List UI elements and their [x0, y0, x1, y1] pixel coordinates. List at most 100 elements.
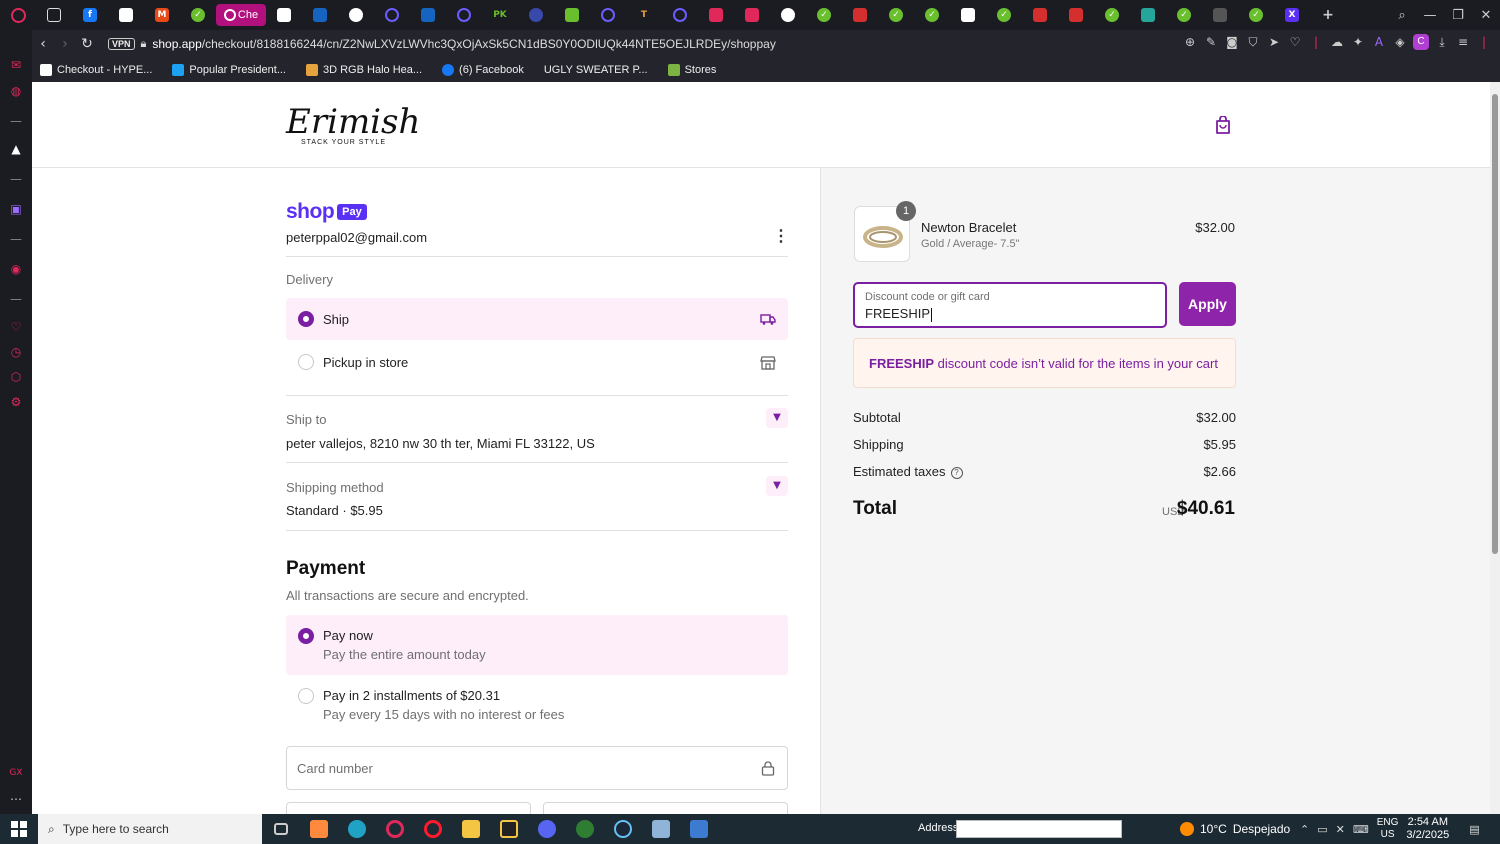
whatsapp-icon[interactable]: ◍	[8, 84, 24, 100]
tab-pk[interactable]: PK	[482, 4, 518, 26]
radio-selected[interactable]	[298, 311, 314, 327]
clock[interactable]: 2:54 AM 3/2/2025	[1406, 816, 1449, 842]
tab-t[interactable]: T	[626, 4, 662, 26]
tab-mail[interactable]	[36, 4, 72, 26]
bookmark-item[interactable]: Stores	[667, 64, 716, 76]
cloud-icon[interactable]: ☁	[1329, 34, 1345, 50]
url-field[interactable]: shop.app/checkout/8188166244/cn/Z2NwLXVz…	[152, 37, 775, 51]
volume-mute-icon[interactable]: ✕	[1336, 823, 1345, 836]
tab-green-1[interactable]: ✓	[180, 4, 216, 26]
new-tab-button[interactable]: +	[1310, 4, 1346, 26]
delivery-option-pickup[interactable]: Pickup in store	[286, 341, 788, 383]
payment-option-pay-now[interactable]: Pay now Pay the entire amount today	[286, 615, 788, 675]
taskbar-app-security[interactable]	[566, 814, 604, 844]
messenger-icon[interactable]: ✉	[8, 58, 24, 74]
tab-green-7[interactable]: ✓	[1166, 4, 1202, 26]
tab-doc-3[interactable]	[950, 4, 986, 26]
radio-selected[interactable]	[298, 628, 314, 644]
tab-green-4[interactable]: ✓	[914, 4, 950, 26]
notifications-icon[interactable]: ▤	[1469, 823, 1479, 836]
tab-teal[interactable]	[1130, 4, 1166, 26]
taskbar-app-opera-gx[interactable]	[376, 814, 414, 844]
address-toolbar-input[interactable]	[956, 820, 1122, 838]
taskbar-search[interactable]: ⌕ Type here to search	[38, 814, 262, 844]
taskbar-app-opera[interactable]	[414, 814, 452, 844]
tab-shield-1[interactable]	[1022, 4, 1058, 26]
scrollbar-thumb[interactable]	[1492, 94, 1498, 554]
tab-github[interactable]	[338, 4, 374, 26]
expiration-input[interactable]	[286, 802, 531, 814]
tab-green-5[interactable]: ✓	[986, 4, 1022, 26]
menu-icon[interactable]: ≡	[1455, 34, 1471, 50]
zoom-icon[interactable]: ⊕	[1182, 34, 1198, 50]
maximize-icon[interactable]: ❐	[1444, 8, 1472, 23]
taskbar-app-edge[interactable]	[338, 814, 376, 844]
tab-ship-2[interactable]	[410, 4, 446, 26]
download-icon[interactable]: ⤓	[1434, 34, 1450, 50]
tab-checkout-active[interactable]: Che	[216, 4, 266, 26]
security-code-input[interactable]	[543, 802, 788, 814]
radio-unselected[interactable]	[298, 688, 314, 704]
extension-a-icon[interactable]: A	[1371, 34, 1387, 50]
cart-bag-icon[interactable]	[1215, 116, 1231, 134]
tab-red[interactable]	[842, 4, 878, 26]
history-icon[interactable]: ◷	[8, 345, 24, 361]
apply-button[interactable]: Apply	[1179, 282, 1236, 326]
taskbar-app-photos[interactable]	[300, 814, 338, 844]
tab-green-6[interactable]: ✓	[1094, 4, 1130, 26]
opera-menu-button[interactable]	[0, 4, 36, 26]
tab-opera-4[interactable]	[590, 4, 626, 26]
camera-icon[interactable]: ◙	[1224, 34, 1240, 50]
ship-to-expand-icon[interactable]: ▼	[766, 408, 788, 428]
bookmark-item[interactable]: Popular President...	[172, 64, 286, 76]
discount-code-field[interactable]: Discount code or gift card FREESHIP	[853, 282, 1167, 328]
more-icon[interactable]: ⋯	[8, 792, 24, 808]
payment-option-installments[interactable]: Pay in 2 installments of $20.31 Pay ever…	[286, 675, 788, 735]
gx-icon[interactable]: GX	[8, 768, 24, 784]
tab-white-circle[interactable]	[770, 4, 806, 26]
bookmark-item[interactable]: UGLY SWEATER P...	[544, 64, 648, 76]
taskbar-app-steam[interactable]	[604, 814, 642, 844]
send-icon[interactable]: ➤	[1266, 34, 1282, 50]
tab-pink-1[interactable]	[698, 4, 734, 26]
start-button[interactable]	[0, 814, 38, 844]
tab-green-8[interactable]: ✓	[1238, 4, 1274, 26]
shipping-method-expand-icon[interactable]: ▼	[766, 476, 788, 496]
more-options-icon[interactable]: ⋮	[773, 226, 789, 246]
profile-avatar[interactable]: C	[1413, 34, 1429, 50]
tab-search-icon[interactable]: ⌕	[1388, 8, 1416, 23]
chevron-up-icon[interactable]: ⌃	[1300, 823, 1309, 836]
reload-icon[interactable]: ↻	[76, 36, 98, 52]
task-view-button[interactable]	[262, 814, 300, 844]
back-icon[interactable]: ‹	[32, 36, 54, 52]
vpn-badge[interactable]: VPN	[108, 38, 135, 50]
minimize-icon[interactable]: —	[1416, 8, 1444, 23]
tab-ship[interactable]	[302, 4, 338, 26]
shield-icon[interactable]: ⛉	[1245, 34, 1261, 50]
twitch-icon[interactable]: ▣	[8, 202, 24, 218]
tab-shield-2[interactable]	[1058, 4, 1094, 26]
tab-bag[interactable]	[554, 4, 590, 26]
tab-circle[interactable]	[518, 4, 554, 26]
tab-doc-2[interactable]	[266, 4, 302, 26]
info-icon[interactable]: ?	[950, 466, 963, 479]
taskbar-app-discord[interactable]	[528, 814, 566, 844]
tab-facebook[interactable]: f	[72, 4, 108, 26]
bookmark-item[interactable]: (6) Facebook	[442, 64, 524, 76]
cube-icon[interactable]: ◈	[1392, 34, 1408, 50]
tab-opera-3[interactable]	[446, 4, 482, 26]
edit-icon[interactable]: ✎	[1203, 34, 1219, 50]
settings-icon[interactable]: ⚙	[8, 395, 24, 411]
language-indicator[interactable]: ENG US	[1377, 817, 1399, 841]
tab-green-3[interactable]: ✓	[878, 4, 914, 26]
taskbar-app-explorer[interactable]	[452, 814, 490, 844]
player-icon[interactable]: ◉	[8, 262, 24, 278]
close-icon[interactable]: ✕	[1472, 8, 1500, 23]
bookmark-item[interactable]: 3D RGB Halo Hea...	[306, 64, 422, 76]
forward-icon[interactable]: ›	[54, 36, 76, 52]
tab-grid[interactable]	[1202, 4, 1238, 26]
network-icon[interactable]: ▭	[1317, 823, 1327, 836]
weather-widget[interactable]: 10°C Despejado	[1180, 814, 1290, 844]
tab-opera-2[interactable]	[374, 4, 410, 26]
page-scrollbar[interactable]	[1490, 82, 1500, 814]
